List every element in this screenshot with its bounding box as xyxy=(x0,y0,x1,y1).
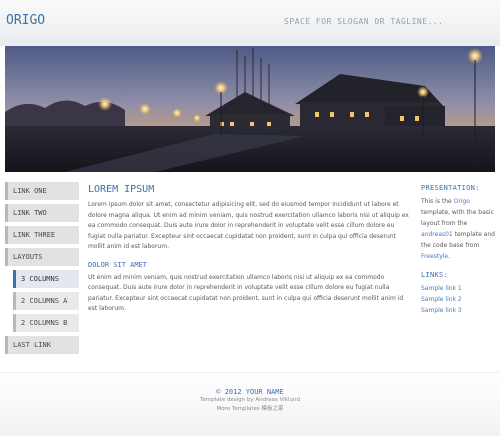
nav-link-one[interactable]: LINK ONE xyxy=(5,182,79,200)
right-sidebar: PRESENTATION: This is the Origo template… xyxy=(421,184,497,316)
presentation-title: PRESENTATION: xyxy=(421,184,480,192)
main-paragraph-1: Lorem ipsum dolor sit amet, consectetur … xyxy=(88,201,409,250)
links-title: LINKS: xyxy=(421,271,449,279)
links-list: Sample link 1 Sample link 2 Sample link … xyxy=(421,283,497,316)
nav-link-two[interactable]: LINK TWO xyxy=(5,204,79,222)
presentation-text-part: This is the xyxy=(421,198,454,205)
banner-image xyxy=(5,46,495,172)
nav-link-three[interactable]: LINK THREE xyxy=(5,226,79,244)
freestyle-link[interactable]: Freestyle xyxy=(421,253,448,260)
copyright: © 2012 YOUR NAME xyxy=(216,388,284,396)
night-village-harbor-photo xyxy=(5,46,495,172)
presentation-text-part: template, with the basic layout from the xyxy=(421,209,494,227)
main-heading: LOREM IPSUM xyxy=(88,184,155,195)
slogan: SPACE FOR SLOGAN OR TAGLINE... xyxy=(284,17,444,26)
presentation-text-part: . xyxy=(448,253,451,260)
presentation-text: This is the Origo template, with the bas… xyxy=(421,196,497,262)
site-footer: © 2012 YOUR NAME Template design by Andr… xyxy=(0,372,500,436)
sidebar-nav: LINK ONE LINK TWO LINK THREE LAYOUTS 3 C… xyxy=(5,182,79,358)
nav-layouts[interactable]: LAYOUTS xyxy=(5,248,79,266)
sample-link-1[interactable]: Sample link 1 xyxy=(421,283,497,294)
main-paragraph-2: Ut enim ad minim veniam, quis nostrud ex… xyxy=(88,273,404,313)
more-templates[interactable]: More Templates 模板之家 xyxy=(0,405,500,414)
site-title[interactable]: ORIGO xyxy=(6,13,45,28)
nav-2-columns-a[interactable]: 2 COLUMNS A xyxy=(13,292,79,310)
sample-link-2[interactable]: Sample link 2 xyxy=(421,294,497,305)
nav-2-columns-b[interactable]: 2 COLUMNS B xyxy=(13,314,79,332)
main-content: LOREM IPSUM Lorem ipsum dolor sit amet, … xyxy=(88,184,413,315)
site-header: ORIGO SPACE FOR SLOGAN OR TAGLINE... xyxy=(0,0,500,46)
sample-link-3[interactable]: Sample link 3 xyxy=(421,305,497,316)
origo-link[interactable]: Origo xyxy=(454,198,470,205)
main-subheading: DOLOR SIT AMET xyxy=(88,260,148,269)
andreas01-link[interactable]: andreas01 xyxy=(421,231,453,238)
nav-3-columns[interactable]: 3 COLUMNS xyxy=(13,270,79,288)
design-credit[interactable]: Template design by Andreas Viklund xyxy=(0,396,500,405)
nav-last-link[interactable]: LAST LINK xyxy=(5,336,79,354)
